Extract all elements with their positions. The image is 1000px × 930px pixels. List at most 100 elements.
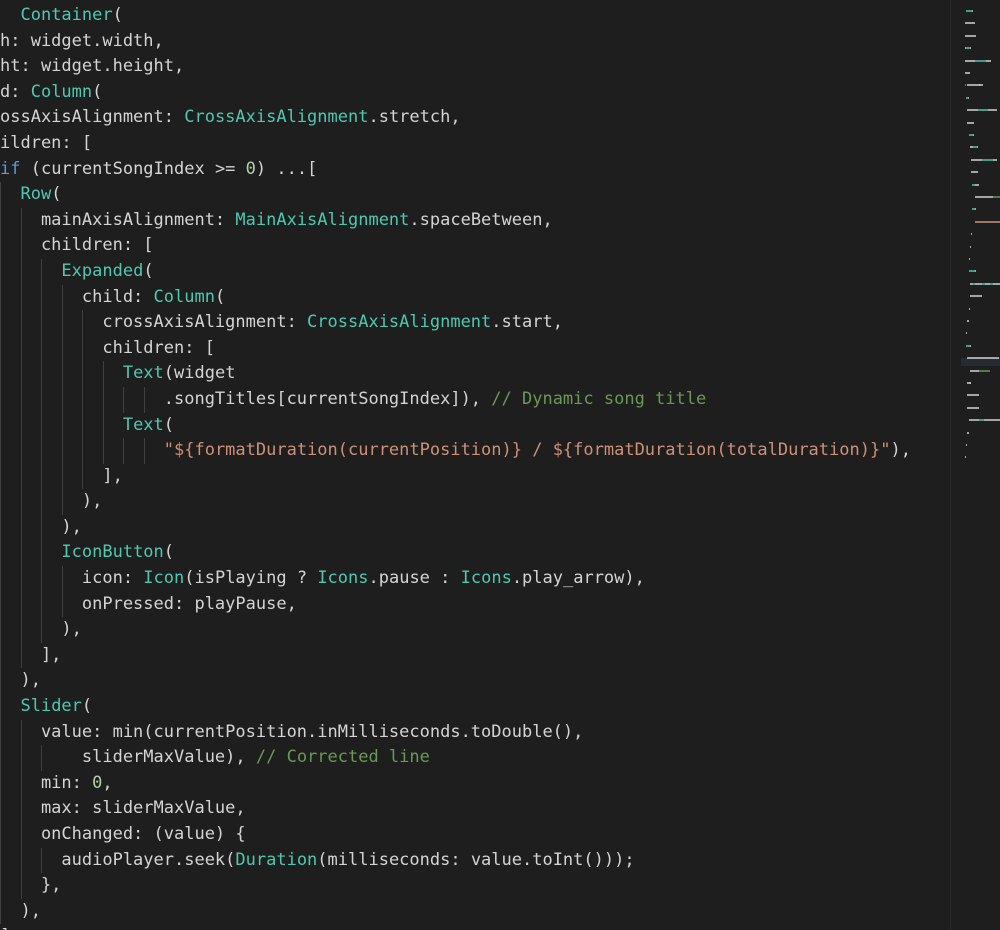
code-token: Icons (460, 568, 512, 589)
indent-guide (0, 386, 1, 413)
code-line[interactable]: mainAxisAlignment: MainAxisAlignment.spa… (0, 207, 911, 234)
indent-guide (41, 745, 42, 771)
code-line[interactable]: child: Column( (0, 284, 911, 311)
indent-guide (20, 207, 22, 234)
code-lines[interactable]: Container(h: widget.width, ht: widget.hei… (0, 3, 911, 930)
code-line[interactable]: crossAxisAlignment: CrossAxisAlignment.s… (0, 310, 911, 336)
indent-guide (102, 386, 104, 413)
code-line[interactable]: ], (0, 463, 911, 490)
indent-guide (0, 617, 1, 643)
code-token: ], (0, 926, 20, 930)
indent-guide (143, 438, 145, 464)
code-line[interactable]: if (currentSongIndex >= 0) ...[ (0, 157, 911, 183)
code-line[interactable]: children: [ (0, 335, 911, 362)
indent-guide (143, 386, 145, 413)
indent-guide (0, 694, 1, 720)
indent-guide (0, 258, 1, 285)
code-line[interactable]: min: 0, (0, 770, 911, 797)
minimap-line (965, 22, 975, 25)
indent-guide (61, 438, 63, 464)
code-line[interactable]: Text(widget (0, 361, 911, 387)
indent-guide (61, 386, 63, 413)
code-line[interactable]: onChanged: (value) { (0, 822, 911, 848)
minimap-line (973, 134, 974, 136)
indent-guide (0, 207, 1, 234)
code-line[interactable]: Container( (0, 3, 911, 29)
code-token: audioPlayer.seek( (0, 849, 236, 870)
code-line[interactable]: IconButton( (0, 540, 911, 567)
code-line[interactable]: }, (0, 873, 911, 899)
code-line[interactable]: ], (0, 642, 911, 669)
code-token: (isPlaying ? (184, 568, 318, 589)
code-line[interactable]: ), (0, 489, 911, 515)
code-line[interactable]: Text( (0, 412, 911, 439)
minimap-line (971, 10, 973, 12)
code-token: ( (81, 696, 93, 717)
minimap-line (967, 320, 969, 322)
code-line[interactable]: audioPlayer.seek(Duration(milliseconds: … (0, 847, 911, 874)
minimap-viewport-slider[interactable] (961, 358, 1000, 366)
code-token: Row (20, 184, 52, 205)
indent-guide (0, 463, 1, 490)
minimap-line (974, 196, 994, 198)
code-line[interactable]: Expanded( (0, 258, 911, 285)
code-line[interactable]: max: sliderMaxValue, (0, 796, 911, 822)
code-line[interactable]: ht: widget.height, (0, 54, 911, 80)
minimap-line (974, 183, 979, 186)
minimap-line (965, 456, 967, 459)
code-line[interactable]: ossAxisAlignment: CrossAxisAlignment.str… (0, 105, 911, 131)
indent-guide (41, 514, 42, 541)
minimap-line (978, 109, 989, 112)
code-line[interactable]: ), (0, 898, 911, 925)
code-token: children: [ (0, 337, 215, 358)
code-line[interactable]: h: widget.width, (0, 29, 911, 55)
code-line[interactable]: .songTitles[currentSongIndex]), // Dynam… (0, 386, 911, 413)
indent-guide (0, 822, 1, 848)
indent-guide (20, 847, 22, 874)
code-line[interactable]: icon: Icon(isPlaying ? Icons.pause : Ico… (0, 566, 911, 592)
indent-guide (20, 719, 22, 746)
code-token: // Corrected line (255, 747, 430, 768)
code-token: Text (122, 363, 164, 384)
code-line[interactable]: ), (0, 617, 911, 643)
code-token: (milliseconds: value.toInt())); (317, 849, 635, 870)
indent-guide (41, 489, 42, 515)
code-token: ) ...[ (255, 158, 318, 179)
code-line[interactable]: onPressed: playPause, (0, 591, 911, 618)
indent-guide (41, 310, 42, 336)
indent-guide (20, 284, 22, 311)
code-line[interactable]: Slider( (0, 694, 911, 720)
indent-guide (0, 310, 1, 336)
indent-guide (102, 438, 104, 464)
code-line[interactable]: sliderMaxValue), // Corrected line (0, 745, 911, 771)
code-line[interactable]: ), (0, 668, 911, 695)
indent-guide (0, 489, 1, 515)
code-line[interactable]: "${formatDuration(currentPosition)} / ${… (0, 438, 911, 464)
code-line[interactable]: value: min(currentPosition.inMillisecond… (0, 719, 911, 746)
indent-guide (0, 182, 1, 208)
indent-guide (20, 233, 22, 259)
minimap-line (965, 59, 976, 62)
code-line[interactable]: ildren: [ (0, 131, 911, 157)
code-token: Duration (235, 849, 318, 870)
indent-guide (20, 412, 22, 439)
indent-guide (102, 361, 104, 387)
code-editor[interactable]: Container(h: widget.width, ht: widget.hei… (0, 0, 950, 930)
indent-guide (20, 258, 22, 285)
code-line[interactable]: Row( (0, 182, 911, 208)
code-line[interactable]: ], (0, 924, 911, 930)
code-line[interactable]: children: [ (0, 233, 911, 259)
code-line[interactable]: d: Column( (0, 80, 911, 106)
indent-guide (20, 335, 22, 362)
indent-guide (0, 642, 1, 669)
indent-guide (0, 335, 1, 362)
code-line[interactable]: ), (0, 514, 911, 541)
indent-guide (41, 540, 42, 567)
indent-guide (0, 796, 1, 822)
minimap-line (968, 307, 970, 310)
code-token: max: sliderMaxValue, (0, 798, 246, 819)
indent-guide (20, 822, 22, 848)
minimap[interactable] (950, 0, 1000, 930)
